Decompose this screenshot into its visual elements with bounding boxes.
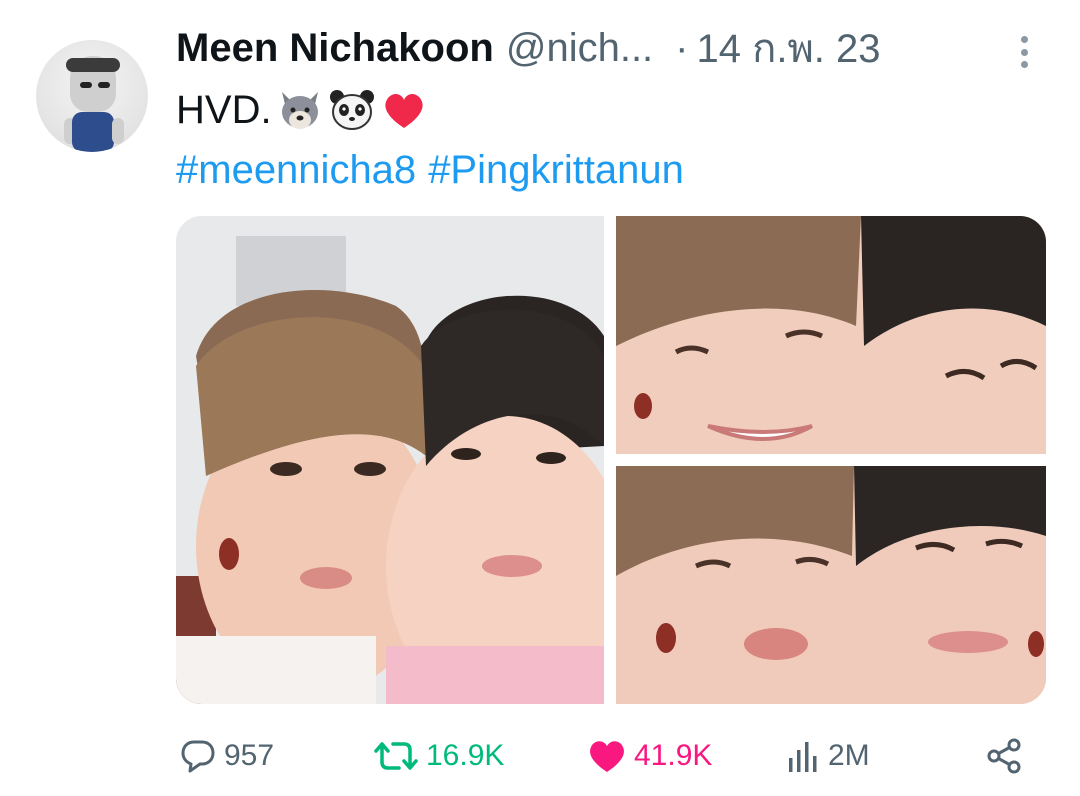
more-vertical-icon[interactable] [1010,32,1038,72]
hashtag-list: #meennicha8 #Pingkrittanun [176,144,696,196]
avatar-figure-arm [112,118,124,144]
avatar-figure-eye [80,82,92,88]
media-photo[interactable] [616,216,1046,454]
hashtag-link[interactable]: #Pingkrittanun [428,148,684,192]
tweet-body: HVD. [176,88,272,132]
more-dot [1020,61,1028,68]
views-count: 2M [828,739,870,772]
tweet-action-bar: 957 16.9K 41.9K 2M [176,730,1036,782]
tweet-date[interactable]: 14 ก.พ. 23 [697,16,881,80]
reply-bubble-icon [181,740,215,773]
avatar-figure-eye [98,82,110,88]
media-grid [176,216,1046,704]
share-button[interactable] [984,730,1024,782]
retweet-count: 16.9K [426,739,505,772]
more-dot [1020,36,1028,43]
retweet-icon [374,742,418,770]
author-name[interactable]: Meen Nichakoon [176,26,494,71]
media-photo[interactable] [176,216,604,704]
media-photo[interactable] [616,466,1046,704]
avatar-figure-shirt [72,112,114,152]
share-icon [987,738,1021,774]
tweet-header: Meen Nichakoon @nich... · 14 ก.พ. 23 [176,20,881,76]
reply-count: 957 [224,739,275,772]
red-heart-emoji [384,93,423,128]
author-handle[interactable]: @nich... [506,26,653,71]
tweet-text: HVD. [176,84,428,136]
header-separator: · [675,25,689,70]
retweet-button[interactable]: 16.9K [372,730,504,782]
views-button[interactable]: 2M [786,730,870,782]
avatar[interactable] [36,40,148,152]
heart-icon [590,741,624,772]
bar-chart-icon [789,742,817,772]
avatar-figure-bandana [66,58,120,72]
wolf-emoji [281,92,318,129]
reply-button[interactable]: 957 [178,730,274,782]
like-button[interactable]: 41.9K [586,730,712,782]
hashtag-link[interactable]: #meennicha8 [176,148,416,192]
like-count: 41.9K [634,739,713,772]
panda-emoji [329,90,374,130]
more-dot [1020,48,1028,56]
